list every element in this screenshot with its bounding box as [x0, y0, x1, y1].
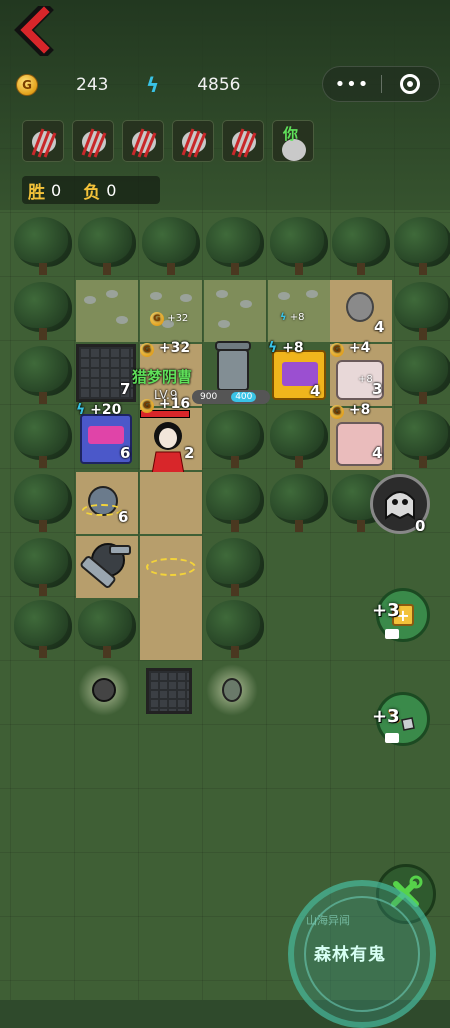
- path-tile[interactable]: [140, 598, 202, 660]
- tree-tile: [12, 536, 74, 598]
- tree-tile: [12, 215, 74, 277]
- build-boost-bonus: +3: [372, 600, 400, 621]
- tree-tile: [268, 472, 330, 534]
- tree-tile: [392, 408, 450, 470]
- tree-tile: [204, 472, 266, 534]
- zombie-spawn-tile[interactable]: 4: [330, 280, 392, 342]
- score-panel: 胜 0 负 0: [22, 176, 160, 204]
- tree-tile: [12, 598, 74, 660]
- win-label: 胜: [28, 182, 45, 203]
- gold-coin-icon: G: [16, 74, 38, 96]
- energy-counter: ϟ 4856: [146, 72, 240, 98]
- stone-field-tile[interactable]: [76, 280, 138, 342]
- iron-door-tile[interactable]: 7: [76, 344, 138, 406]
- stone-field-tile[interactable]: [204, 280, 266, 342]
- player-avatar[interactable]: [72, 120, 114, 162]
- bed-tile[interactable]: G +8 4: [330, 402, 392, 470]
- cannon-tile[interactable]: [76, 536, 138, 598]
- claw-scratch-icon: [181, 128, 207, 158]
- turret-tile[interactable]: 6: [76, 472, 138, 534]
- iron-door-item[interactable]: [146, 668, 192, 714]
- player-avatar-self[interactable]: 你: [272, 120, 314, 162]
- tree-tile: [204, 598, 266, 660]
- tree-tile: [140, 215, 202, 277]
- claw-trap-item[interactable]: [78, 664, 130, 716]
- player-avatar[interactable]: [172, 120, 214, 162]
- zombie-icon: [346, 292, 374, 322]
- tree-tile: [204, 408, 266, 470]
- win-count: 0: [51, 180, 62, 200]
- gold-value: 243: [76, 75, 109, 95]
- back-button[interactable]: [14, 0, 58, 60]
- player-avatar[interactable]: [222, 120, 264, 162]
- ghost-icon: [385, 491, 415, 520]
- ghost-button[interactable]: 0: [370, 474, 430, 535]
- path-tile[interactable]: [140, 472, 202, 534]
- girl-character-tile[interactable]: G +16 2: [140, 396, 202, 484]
- more-menu-button[interactable]: •••: [323, 74, 381, 95]
- tree-tile: [12, 408, 74, 470]
- tree-tile: [392, 280, 450, 342]
- tree-tile: [12, 344, 74, 406]
- tree-tile: [12, 280, 74, 342]
- empty-build-slot[interactable]: [140, 536, 202, 598]
- player-list: 你: [22, 120, 314, 162]
- stone-field-tile[interactable]: ϟ +8: [268, 280, 330, 342]
- tree-tile: [12, 472, 74, 534]
- you-label: 你: [283, 125, 299, 143]
- forest-ghost-emblem: 山海异闻 森林有鬼: [288, 880, 436, 1028]
- player-name: 猎梦阴曹: [132, 368, 193, 386]
- stone-field-tile[interactable]: G +32: [140, 280, 202, 342]
- trash-can-tile[interactable]: [208, 336, 258, 396]
- zombie-icon: [222, 678, 242, 702]
- loss-count: 0: [106, 180, 117, 200]
- claw-trap-icon: [92, 678, 116, 702]
- arcade-tile[interactable]: ϟ +20 6: [76, 402, 138, 470]
- star-ring-icon: [146, 558, 196, 576]
- player-avatar[interactable]: [122, 120, 164, 162]
- shovel-bonus: +3: [372, 706, 400, 727]
- claw-scratch-icon: [81, 128, 107, 158]
- tree-tile: [204, 536, 266, 598]
- tree-tile: [392, 344, 450, 406]
- tree-tile: [330, 215, 392, 277]
- tree-tile: [76, 215, 138, 277]
- claw-scratch-icon: [131, 128, 157, 158]
- gold-counter: G 243: [16, 72, 108, 98]
- zombie-item[interactable]: [206, 664, 258, 716]
- lightning-icon: ϟ: [146, 73, 160, 97]
- tree-tile: [268, 215, 330, 277]
- capsule-divider: [381, 75, 382, 93]
- claw-scratch-icon: [231, 128, 257, 158]
- resource-bar: 900 400: [192, 390, 270, 404]
- machine-tile[interactable]: ϟ +8 4: [268, 340, 330, 406]
- emblem-arc-text: 山海异闻: [306, 914, 350, 927]
- claw-scratch-icon: [31, 128, 57, 158]
- player-avatar[interactable]: [22, 120, 64, 162]
- bed-tile[interactable]: G +4 +8 3: [330, 340, 392, 406]
- back-arrow-icon: [14, 0, 54, 60]
- video-ad-icon: [385, 629, 399, 639]
- tree-tile: [268, 408, 330, 470]
- emblem-title: 森林有鬼: [314, 945, 386, 965]
- tree-tile: [76, 598, 138, 660]
- miniprogram-capsule: •••: [322, 66, 440, 102]
- close-miniprogram-button[interactable]: [400, 74, 420, 94]
- cannon-icon: [80, 543, 131, 588]
- energy-value: 4856: [197, 75, 241, 95]
- tree-tile: [392, 215, 450, 277]
- loss-label: 负: [83, 182, 101, 203]
- star-ring-icon: [82, 504, 122, 516]
- trash-can-icon: [215, 341, 251, 391]
- video-ad-icon: [385, 733, 399, 743]
- tree-tile: [204, 215, 266, 277]
